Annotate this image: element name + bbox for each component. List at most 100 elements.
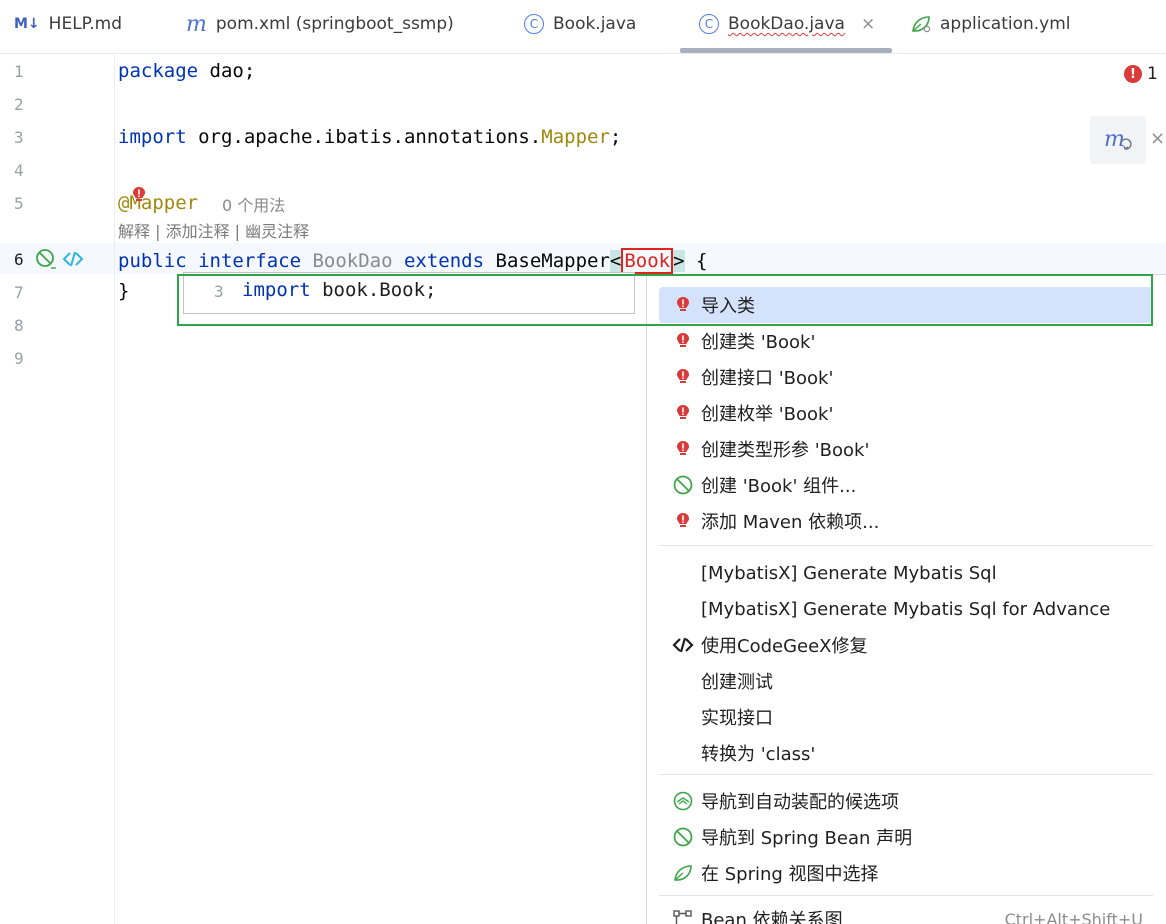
line-number-gutter bbox=[0, 54, 115, 924]
svg-text:m: m bbox=[1104, 127, 1125, 152]
error-bulb-icon bbox=[671, 402, 695, 424]
code-line-6[interactable]: public interface BookDao extends BaseMap… bbox=[118, 248, 707, 274]
bracket: < bbox=[609, 250, 622, 272]
menu-item-label: Bean 依赖关系图 bbox=[701, 910, 843, 924]
tab-pom-xml[interactable]: m pom.xml (springboot_ssmp) bbox=[186, 0, 454, 48]
menu-item[interactable]: [MybatisX] Generate Mybatis Sql for Adva… bbox=[659, 591, 1153, 627]
menu-item[interactable]: 在 Spring 视图中选择 bbox=[659, 855, 1153, 891]
menu-item-label: 导入类 bbox=[701, 296, 755, 317]
menu-item-label: 导航到 Spring Bean 声明 bbox=[701, 828, 913, 849]
menu-item[interactable]: 创建测试 bbox=[659, 663, 1153, 699]
keyword: import bbox=[118, 126, 187, 148]
code-text: { bbox=[684, 250, 708, 272]
spring-leaf-icon bbox=[912, 16, 931, 33]
spring-leaf-icon bbox=[671, 862, 695, 884]
tab-bookdao-java[interactable]: C BookDao.java × bbox=[699, 0, 875, 48]
line-number: 4 bbox=[14, 161, 24, 180]
close-icon[interactable]: × bbox=[1150, 128, 1165, 149]
menu-separator bbox=[659, 895, 1153, 896]
menu-item-shortcut: Ctrl+Alt+Shift+U bbox=[1004, 909, 1143, 924]
menu-item[interactable]: 导入类 bbox=[659, 287, 1153, 323]
keyword: public bbox=[118, 250, 187, 272]
code-line-1[interactable]: package dao; bbox=[118, 60, 255, 82]
menu-item-label: 添加 Maven 依赖项... bbox=[701, 512, 880, 533]
error-bulb-icon[interactable] bbox=[132, 186, 146, 204]
codegeex-gutter-icon[interactable] bbox=[62, 249, 84, 269]
import-preview: 3 import book.Book; bbox=[183, 272, 635, 314]
menu-item-label: 创建接口 'Book' bbox=[701, 368, 834, 389]
close-icon[interactable]: × bbox=[861, 14, 875, 34]
tab-help-md[interactable]: M↓ HELP.md bbox=[14, 0, 122, 48]
maven-reload-button[interactable]: m bbox=[1090, 116, 1146, 164]
tab-label: Book.java bbox=[553, 14, 637, 34]
menu-item[interactable]: 创建接口 'Book' bbox=[659, 359, 1153, 395]
spring-bean-icon bbox=[671, 474, 695, 496]
menu-item[interactable]: 实现接口 bbox=[659, 699, 1153, 735]
menu-item[interactable]: 导航到 Spring Bean 声明 bbox=[659, 819, 1153, 855]
line-number: 3 bbox=[14, 128, 24, 147]
unresolved-book-symbol[interactable]: Book bbox=[621, 248, 674, 274]
diagram-icon bbox=[671, 908, 695, 924]
ai-hint-links[interactable]: 解释 | 添加注释 | 幽灵注释 bbox=[118, 218, 309, 242]
code-line-7[interactable]: } bbox=[118, 280, 129, 302]
menu-item[interactable]: [MybatisX] Generate Mybatis Sql bbox=[659, 555, 1153, 591]
menu-item[interactable]: 导航到自动装配的候选项 bbox=[659, 783, 1153, 819]
menu-item[interactable]: 创建枚举 'Book' bbox=[659, 395, 1153, 431]
menu-item-label: 导航到自动装配的候选项 bbox=[701, 792, 899, 813]
tab-label: pom.xml (springboot_ssmp) bbox=[215, 14, 454, 34]
maven-icon: m bbox=[186, 11, 207, 37]
tab-application-yml[interactable]: application.yml bbox=[910, 0, 1071, 48]
menu-item[interactable]: 创建类型形参 'Book' bbox=[659, 431, 1153, 467]
autowired-icon bbox=[671, 790, 695, 812]
code-text: dao; bbox=[198, 60, 256, 82]
markdown-icon: M↓ bbox=[14, 16, 40, 32]
keyword: interface bbox=[186, 250, 302, 272]
usages-inlay[interactable]: 0 个用法 bbox=[222, 192, 285, 216]
error-bulb-icon bbox=[671, 294, 695, 316]
spring-bean-gutter-icon[interactable] bbox=[35, 248, 57, 270]
editor-tab-bar: M↓ HELP.md m pom.xml (springboot_ssmp) C… bbox=[0, 0, 1166, 54]
code-text: book.Book; bbox=[310, 279, 437, 301]
preview-code: import book.Book; bbox=[242, 279, 436, 301]
menu-item-label: [MybatisX] Generate Mybatis Sql for Adva… bbox=[701, 598, 1111, 620]
menu-item-label: 创建类 'Book' bbox=[701, 332, 816, 353]
line-number: 9 bbox=[14, 349, 24, 368]
bracket: > bbox=[673, 250, 685, 272]
menu-item[interactable]: 转换为 'class' bbox=[659, 735, 1153, 771]
class-ref: Mapper bbox=[541, 126, 610, 148]
menu-item[interactable]: 创建类 'Book' bbox=[659, 323, 1153, 359]
code-line-5[interactable]: @Mapper bbox=[118, 192, 198, 214]
error-bulb-icon bbox=[671, 510, 695, 532]
menu-item[interactable]: 使用CodeGeeX修复 bbox=[659, 627, 1153, 663]
line-number: 8 bbox=[14, 316, 24, 335]
menu-item-label: [MybatisX] Generate Mybatis Sql bbox=[701, 562, 997, 584]
line-number: 5 bbox=[14, 194, 24, 213]
class-icon: C bbox=[524, 14, 544, 34]
error-icon: ! bbox=[1124, 65, 1142, 83]
menu-item-label: 创建 'Book' 组件... bbox=[701, 476, 857, 497]
error-counter[interactable]: ! 1 bbox=[1124, 64, 1158, 84]
codegeex-icon bbox=[671, 634, 695, 656]
menu-separator bbox=[659, 545, 1153, 546]
preview-line-number: 3 bbox=[214, 282, 224, 301]
menu-item[interactable]: Bean 依赖关系图 Ctrl+Alt+Shift+U bbox=[659, 901, 1153, 924]
intention-actions-popup: 导入类创建类 'Book' 创建接口 'Book' 创建枚举 'Book' 创建类型形… bbox=[646, 274, 1166, 924]
tab-label: HELP.md bbox=[48, 14, 123, 34]
interface-name: BookDao bbox=[301, 250, 393, 272]
menu-item-label: 创建枚举 'Book' bbox=[701, 404, 834, 425]
menu-item-label: 在 Spring 视图中选择 bbox=[701, 864, 879, 885]
menu-separator bbox=[659, 774, 1153, 775]
line-number: 1 bbox=[14, 62, 24, 81]
error-bulb-icon bbox=[671, 330, 695, 352]
menu-item-label: 使用CodeGeeX修复 bbox=[701, 636, 868, 657]
code-text: ; bbox=[609, 126, 622, 148]
menu-item[interactable]: 创建 'Book' 组件... bbox=[659, 467, 1153, 503]
menu-item[interactable]: 添加 Maven 依赖项... bbox=[659, 503, 1153, 539]
tab-book-java[interactable]: C Book.java bbox=[524, 0, 636, 48]
error-bulb-icon bbox=[671, 366, 695, 388]
annotation-at: @ bbox=[118, 192, 130, 214]
active-tab-indicator bbox=[680, 48, 892, 53]
code-line-3[interactable]: import org.apache.ibatis.annotations.Map… bbox=[118, 126, 621, 148]
code-text: } bbox=[118, 280, 130, 302]
class-icon: C bbox=[699, 14, 719, 34]
